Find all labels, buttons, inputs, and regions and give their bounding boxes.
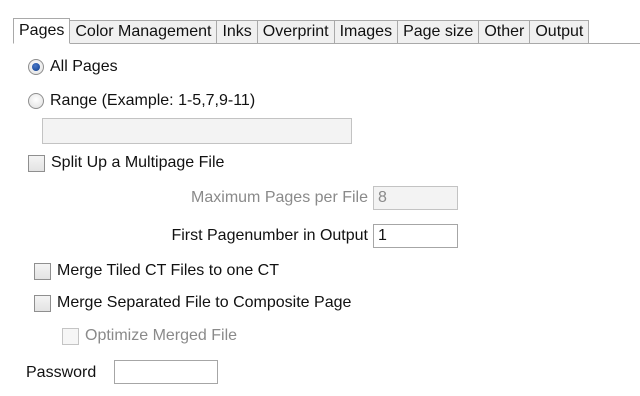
all-pages-option[interactable]: All Pages [28, 58, 118, 76]
tab-output[interactable]: Output [530, 20, 590, 44]
merge-separated-option[interactable]: Merge Separated File to Composite Page [34, 294, 351, 312]
max-pages-input[interactable]: 8 [373, 186, 458, 210]
optimize-label: Optimize Merged File [85, 327, 238, 344]
password-input[interactable] [114, 360, 218, 384]
range-radio[interactable] [28, 93, 44, 109]
password-label: Password [26, 364, 97, 381]
split-checkbox[interactable] [28, 154, 45, 172]
tab-strip: Pages Color Management Inks Overprint Im… [13, 18, 590, 44]
split-label: Split Up a Multipage File [51, 154, 225, 171]
merge-tiled-checkbox[interactable] [34, 262, 51, 280]
range-option[interactable]: Range (Example: 1-5,7,9-11) [28, 92, 255, 110]
all-pages-label: All Pages [50, 58, 118, 75]
tab-page-size[interactable]: Page size [398, 20, 480, 44]
range-label: Range (Example: 1-5,7,9-11) [50, 92, 256, 109]
merge-separated-label: Merge Separated File to Composite Page [57, 294, 352, 311]
pages-panel: All Pages Range (Example: 1-5,7,9-11) Sp… [0, 44, 640, 396]
password-row: Password [26, 364, 96, 382]
split-option[interactable]: Split Up a Multipage File [28, 154, 224, 172]
all-pages-radio[interactable] [28, 59, 44, 75]
merge-tiled-label: Merge Tiled CT Files to one CT [57, 262, 280, 279]
tab-other[interactable]: Other [479, 20, 531, 44]
tab-color-management[interactable]: Color Management [70, 20, 218, 44]
optimize-option[interactable]: Optimize Merged File [62, 327, 237, 345]
tab-pages[interactable]: Pages [13, 18, 71, 44]
tab-bar: Pages Color Management Inks Overprint Im… [0, 0, 640, 46]
tab-overprint[interactable]: Overprint [257, 20, 335, 44]
tab-images[interactable]: Images [334, 20, 399, 44]
merge-tiled-option[interactable]: Merge Tiled CT Files to one CT [34, 262, 279, 280]
first-page-label: First Pagenumber in Output [171, 227, 368, 244]
radio-selected-dot [32, 63, 40, 71]
merge-separated-checkbox[interactable] [34, 294, 51, 312]
optimize-checkbox[interactable] [62, 327, 79, 345]
tab-inks[interactable]: Inks [217, 20, 258, 44]
max-pages-label: Maximum Pages per File [191, 189, 368, 206]
range-input[interactable] [42, 118, 352, 144]
first-page-input[interactable]: 1 [373, 224, 458, 248]
